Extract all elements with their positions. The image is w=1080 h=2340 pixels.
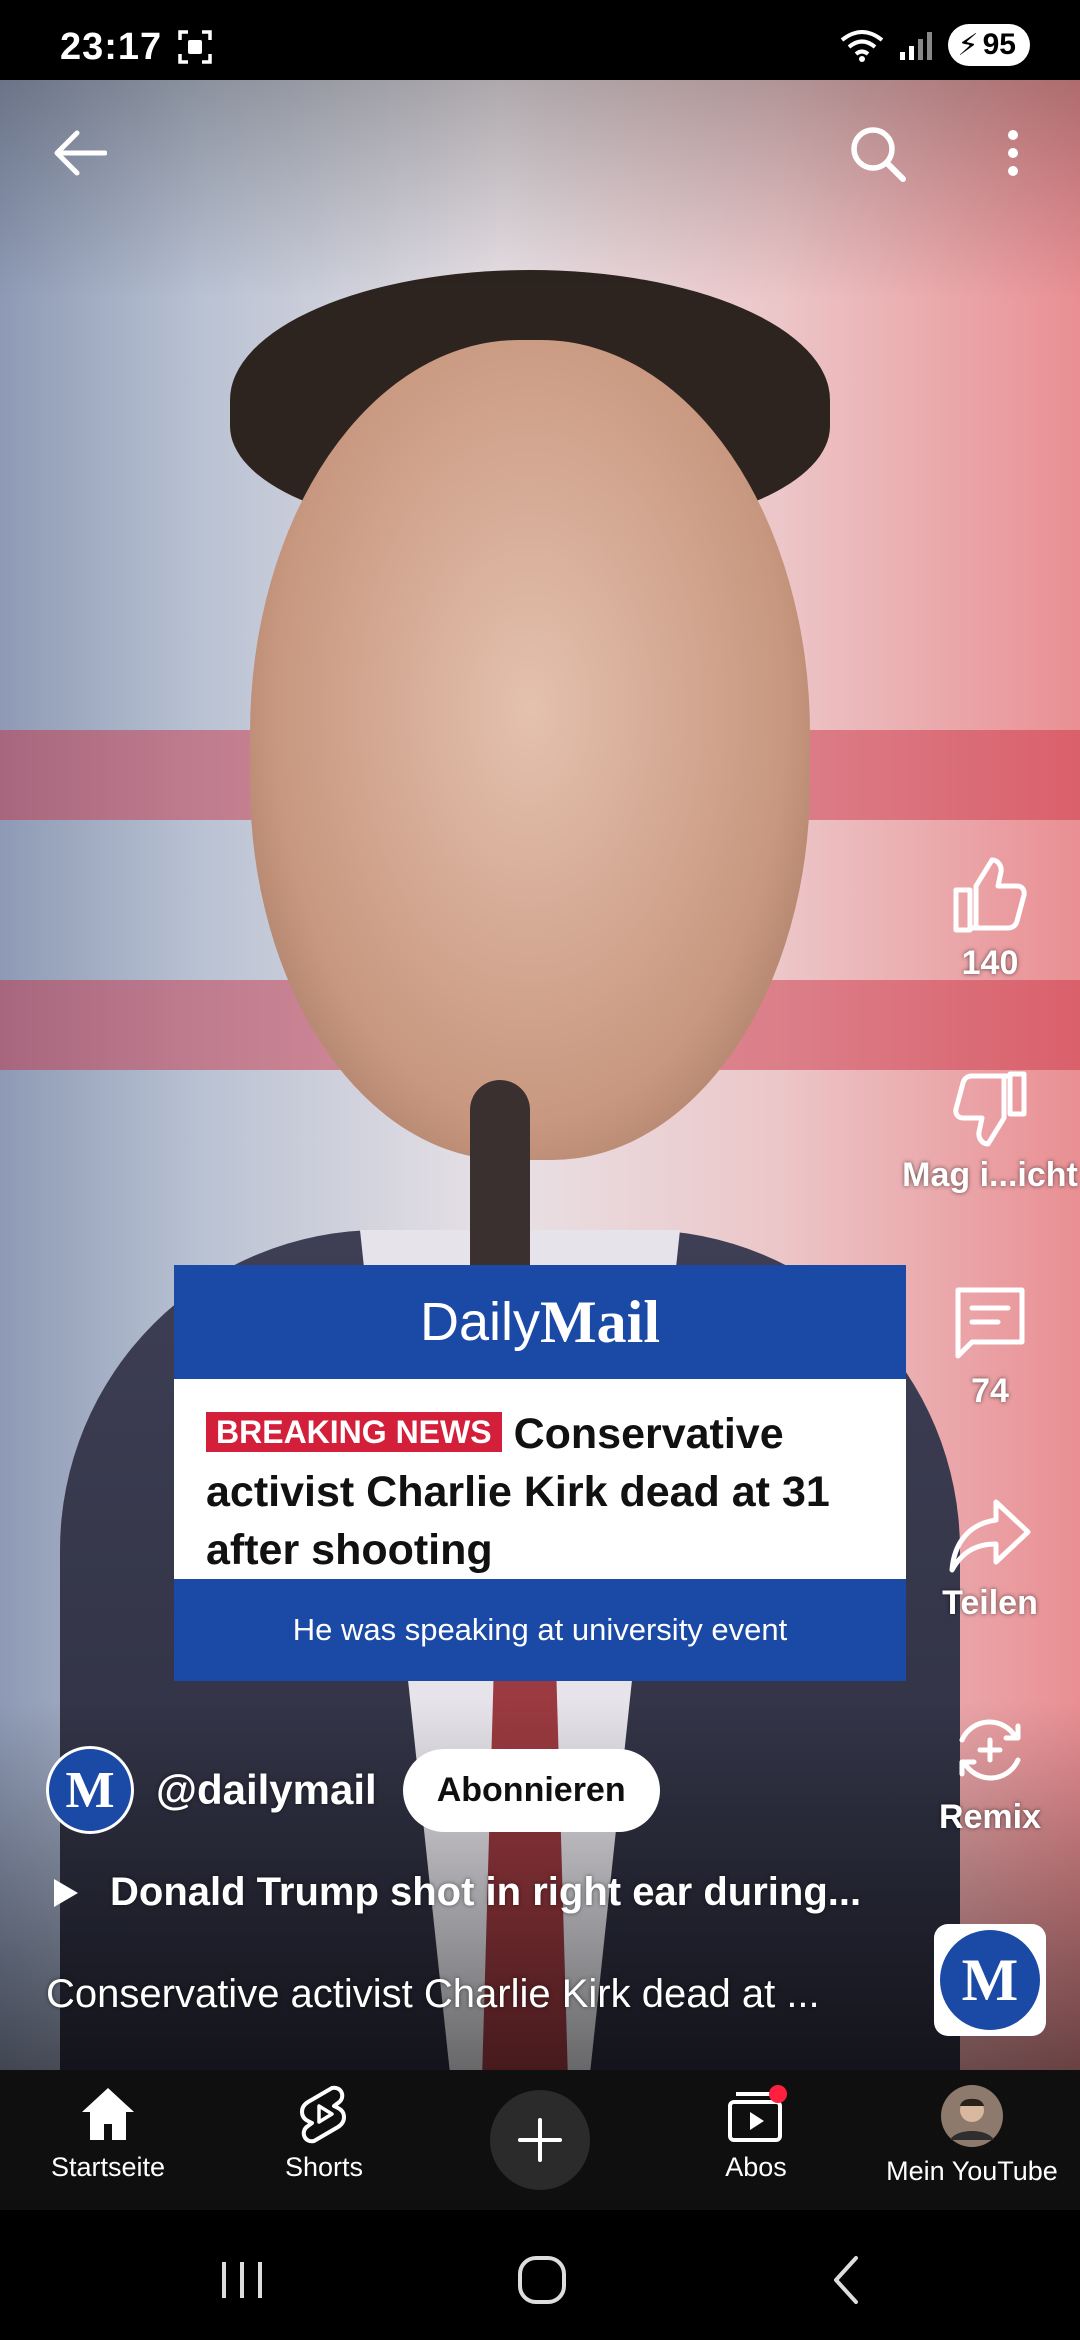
shorts-icon	[300, 2085, 346, 2144]
home-system-icon[interactable]	[512, 2250, 572, 2310]
suggested-video-link[interactable]: Donald Trump shot in right ear during...	[50, 1870, 861, 1915]
like-button[interactable]: 140	[900, 856, 1080, 983]
wifi-icon	[840, 30, 883, 62]
status-time: 23:17	[60, 26, 163, 68]
battery-indicator: ⚡ 95	[947, 24, 1030, 66]
signal-icon	[899, 32, 932, 60]
nav-subscriptions-label: Abos	[725, 2152, 787, 2182]
remix-icon	[959, 1719, 1021, 1781]
search-button[interactable]	[842, 118, 912, 188]
channel-row: M @dailymail Abonnieren	[46, 1746, 660, 1834]
sound-source-logo: M	[940, 1930, 1040, 2030]
profile-avatar-icon	[941, 2085, 1003, 2147]
nav-home-label: Startseite	[50, 2152, 166, 2182]
back-system-icon[interactable]	[818, 2250, 878, 2310]
video-title[interactable]: Conservative activist Charlie Kirk dead …	[46, 1972, 820, 2017]
home-icon	[82, 2088, 134, 2140]
recent-apps-icon[interactable]	[212, 2250, 272, 2310]
news-subline: He was speaking at university event	[174, 1579, 906, 1681]
back-arrow-icon	[54, 130, 107, 176]
news-body: BREAKING NEWS Conservative activist Charl…	[174, 1379, 906, 1579]
screenshot-icon	[178, 30, 212, 64]
dislike-label: Mag i...icht	[902, 1156, 1078, 1194]
battery-charging-icon: ⚡	[957, 28, 979, 62]
thumbs-up-icon	[953, 857, 1027, 933]
share-icon	[949, 1499, 1031, 1573]
nav-you-label: Mein YouTube	[886, 2156, 1058, 2186]
nav-shorts[interactable]: Shorts	[214, 2084, 434, 2183]
comment-icon	[955, 1287, 1025, 1359]
plus-icon	[518, 2118, 562, 2162]
status-bar: 23:17 ⚡ 95	[0, 0, 1080, 80]
logo-daily: Daily	[419, 1292, 541, 1352]
remix-button[interactable]: Remix	[900, 1710, 1080, 1837]
nav-home[interactable]: Startseite	[0, 2084, 218, 2183]
battery-percent: 95	[982, 28, 1016, 61]
back-button[interactable]	[44, 118, 114, 188]
logo-mail: Mail	[540, 1288, 660, 1355]
status-indicators: ⚡ 95	[840, 24, 1030, 66]
nav-subscriptions[interactable]: Abos	[646, 2084, 866, 2183]
search-icon	[851, 127, 906, 182]
breaking-news-badge: BREAKING NEWS	[206, 1412, 502, 1452]
like-count: 140	[961, 944, 1019, 982]
more-options-button[interactable]	[978, 118, 1048, 188]
create-button[interactable]	[490, 2090, 590, 2190]
subscriptions-icon	[728, 2085, 787, 2142]
thumbs-down-icon	[953, 1071, 1027, 1147]
subscribe-button[interactable]: Abonnieren	[402, 1748, 660, 1832]
daily-mail-logo: Daily Mail	[174, 1265, 906, 1379]
dislike-button[interactable]: Mag i...icht	[900, 1068, 1080, 1195]
channel-handle[interactable]: @dailymail	[156, 1766, 377, 1814]
share-label: Teilen	[942, 1584, 1038, 1622]
comments-button[interactable]: 74	[900, 1284, 1080, 1411]
share-button[interactable]: Teilen	[900, 1496, 1080, 1623]
more-vert-icon	[1008, 130, 1018, 176]
channel-avatar[interactable]: M	[46, 1746, 134, 1834]
comment-count: 74	[971, 1372, 1009, 1410]
top-gradient	[0, 80, 1080, 300]
suggested-video-title: Donald Trump shot in right ear during...	[110, 1870, 862, 1914]
sound-source-thumbnail[interactable]: M	[934, 1924, 1046, 2036]
play-icon	[54, 1878, 78, 1907]
video-subject-face	[250, 340, 810, 1160]
nav-you[interactable]: Mein YouTube	[862, 2084, 1080, 2187]
nav-shorts-label: Shorts	[284, 2152, 364, 2182]
remix-label: Remix	[938, 1798, 1042, 1836]
system-navigation-bar	[0, 2210, 1080, 2340]
news-card: Daily Mail BREAKING NEWS Conservative act…	[174, 1265, 906, 1681]
